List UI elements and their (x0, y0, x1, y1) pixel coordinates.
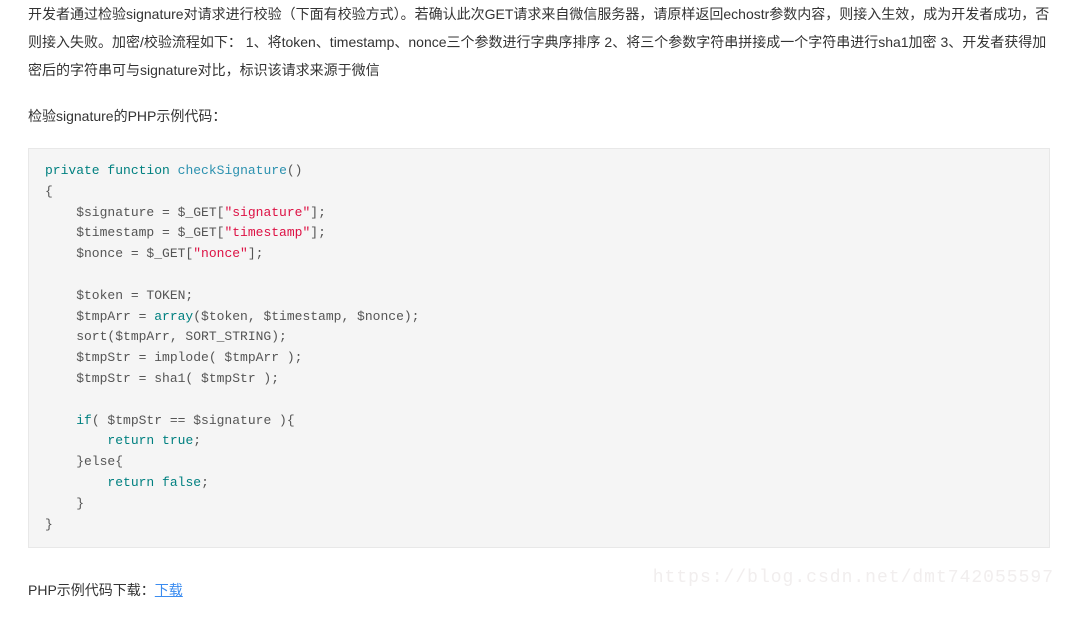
download-prefix: PHP示例代码下载： (28, 582, 155, 598)
code-line-18: } (45, 517, 53, 532)
code-line-3: $signature = $_GET["signature"]; (45, 205, 326, 220)
example-title: 检验signature的PHP示例代码： (28, 102, 1050, 130)
code-line-8: $tmpArr = array($token, $timestamp, $non… (45, 309, 419, 324)
code-line-7: $token = TOKEN; (45, 288, 193, 303)
download-line: PHP示例代码下载：下载 (28, 576, 1050, 604)
code-line-2: { (45, 184, 53, 199)
code-line-11: $tmpStr = sha1( $tmpStr ); (45, 371, 279, 386)
code-line-9: sort($tmpArr, SORT_STRING); (45, 329, 287, 344)
code-block: private function checkSignature() { $sig… (28, 148, 1050, 548)
code-line-14: return true; (45, 433, 201, 448)
code-line-1: private function checkSignature() (45, 163, 302, 178)
code-line-17: } (45, 496, 84, 511)
code-line-4: $timestamp = $_GET["timestamp"]; (45, 225, 326, 240)
code-line-13: if( $tmpStr == $signature ){ (45, 413, 295, 428)
code-line-15: }else{ (45, 454, 123, 469)
code-line-10: $tmpStr = implode( $tmpArr ); (45, 350, 302, 365)
code-line-5: $nonce = $_GET["nonce"]; (45, 246, 263, 261)
download-link[interactable]: 下载 (155, 582, 183, 598)
code-line-16: return false; (45, 475, 209, 490)
intro-paragraph: 开发者通过检验signature对请求进行校验（下面有校验方式）。若确认此次GE… (28, 0, 1050, 84)
